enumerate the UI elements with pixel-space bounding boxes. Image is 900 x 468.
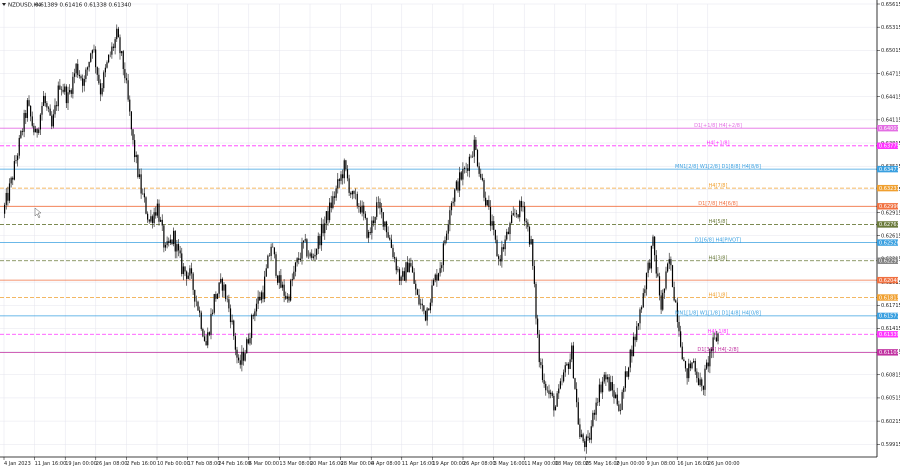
price-tag-label: 0.61577: [879, 314, 900, 320]
level-label: D1[3/8] H4[-2/8]: [697, 347, 738, 353]
level-label: D1[+1/8] H4[+2/8]: [694, 123, 742, 129]
date-tick-label: 10 Feb 00:00: [157, 461, 190, 467]
date-tick-label: 26 Jun 00:00: [708, 461, 740, 467]
price-tick-label: 0.59915: [881, 442, 900, 448]
price-tag-label: 0.64007: [879, 126, 900, 132]
date-tick-label: 19 Apr 00:00: [432, 461, 465, 467]
level-label: MN1[2/8] W1[2/8] D1[8/8] H4[8/8]: [675, 164, 761, 170]
level-label: H4[3/8]: [709, 256, 728, 262]
date-tick-label: 17 Feb 08:00: [188, 461, 221, 467]
price-tick-label: 0.65315: [881, 25, 900, 31]
price-tick-label: 0.65615: [881, 2, 900, 8]
price-tick-label: 0.64115: [881, 118, 900, 124]
price-tick-label: 0.62915: [881, 210, 900, 216]
price-tag-label: 0.62040: [879, 278, 900, 284]
price-tag-label: 0.62761: [879, 222, 900, 228]
date-tick-label: 19 Jan 00:00: [65, 461, 97, 467]
price-tag-label: 0.62291: [879, 259, 900, 265]
level-label: H4[+1/8]: [706, 141, 729, 147]
ohlc-readout: 0.61389 0.61416 0.61338 0.61340: [35, 3, 132, 9]
price-tick-label: 0.60515: [881, 396, 900, 402]
price-tick-label: 0.64715: [881, 71, 900, 77]
date-tick-label: 4 Jan 2023: [4, 461, 31, 467]
price-tick-label: 0.61715: [881, 303, 900, 309]
date-tick-label: 2 Feb 16:00: [126, 461, 156, 467]
price-tick-label: 0.60215: [881, 419, 900, 425]
price-tick-label: 0.64415: [881, 94, 900, 100]
symbol-header: NZDUSD,H4 0.61389 0.61416 0.61338 0.6134…: [2, 3, 132, 9]
price-tag-label: 0.63231: [879, 186, 900, 192]
price-tick-label: 0.62615: [881, 234, 900, 240]
date-tick-label: 2 Jun 00:00: [616, 461, 645, 467]
price-tick-label: 0.65015: [881, 48, 900, 54]
level-label: D1[6/8] H4[PIVOT]: [695, 237, 741, 243]
date-tick-label: 18 May 08:00: [555, 461, 589, 467]
date-tick-label: 20 Mar 16:00: [310, 461, 343, 467]
date-tick-label: 26 Apr 08:00: [463, 461, 496, 467]
price-tag-label: 0.63477: [879, 167, 900, 173]
price-tag-label: 0.61339: [879, 332, 900, 338]
price-tick-label: 0.60815: [881, 373, 900, 379]
date-tick-label: 6 Mar 00:00: [249, 461, 279, 467]
date-tick-label: 13 Mar 08:00: [279, 461, 312, 467]
date-tick-label: 4 Apr 08:00: [371, 461, 400, 467]
price-tag-label: 0.63779: [879, 144, 900, 150]
date-tick-label: 26 Jan 08:00: [96, 461, 128, 467]
level-label: H4[5/8]: [709, 219, 728, 225]
date-tick-label: 9 Jun 08:00: [647, 461, 676, 467]
date-tick-label: 24 Feb 16:00: [218, 461, 251, 467]
price-tag-label: 0.62996: [879, 204, 900, 210]
price-chart[interactable]: D1[+1/8] H4[+2/8] H4[+1/8] MN1[2/8] W1[2/8…: [0, 0, 900, 468]
level-label: H4[7/8]: [709, 183, 728, 189]
date-tick-label: 11 May 00:00: [524, 461, 558, 467]
date-tick-label: 28 Mar 00:00: [341, 461, 374, 467]
level-label: MN1[1/8] W1[1/8] D1[4/8] H4[0/8]: [675, 311, 761, 317]
date-tick-label: 11 Jan 16:00: [35, 461, 67, 467]
date-tick-label: 16 Jun 16:00: [677, 461, 709, 467]
price-tag-label: 0.61815: [879, 295, 900, 301]
level-label: H4[-1/8]: [708, 329, 729, 335]
price-tag-label: 0.62526: [879, 240, 900, 246]
level-label: D1[7/8] H4[6/8]: [698, 201, 738, 207]
date-tick-label: 3 May 16:00: [494, 461, 525, 467]
date-tick-label: 11 Apr 16:00: [402, 461, 435, 467]
price-tag-label: 0.61105: [879, 350, 900, 356]
level-label: H4[1/8]: [709, 292, 728, 298]
date-tick-label: 25 May 16:00: [585, 461, 619, 467]
